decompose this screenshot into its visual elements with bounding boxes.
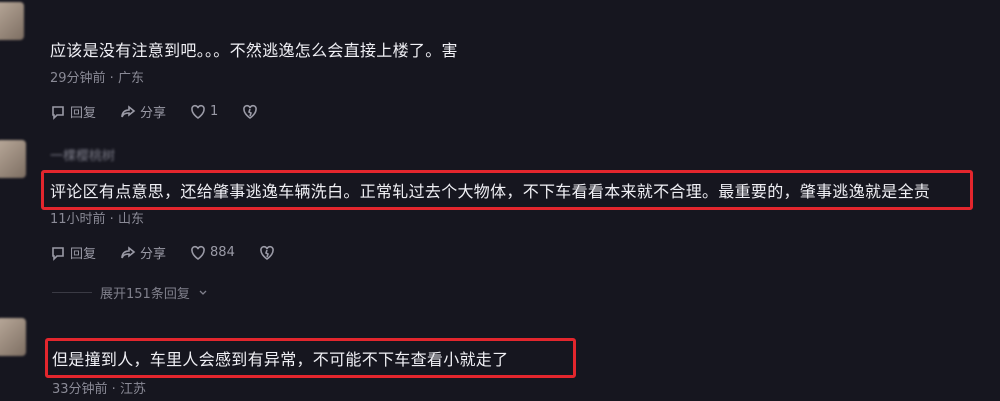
reply-button[interactable]: 回复 bbox=[50, 243, 96, 262]
dislike-button[interactable] bbox=[242, 104, 258, 120]
like-button[interactable]: 1 bbox=[190, 104, 218, 120]
reply-label: 回复 bbox=[70, 106, 97, 121]
reply-label: 回复 bbox=[70, 247, 97, 262]
broken-heart-icon bbox=[243, 104, 258, 119]
chevron-down-icon bbox=[199, 290, 207, 295]
reply-button[interactable]: 回复 bbox=[50, 102, 96, 121]
reply-icon bbox=[52, 246, 64, 261]
heart-icon bbox=[191, 245, 205, 260]
comment-location: 广东 bbox=[117, 71, 144, 86]
share-label: 分享 bbox=[140, 106, 167, 121]
avatar[interactable] bbox=[0, 2, 24, 40]
comment-text: 应该是没有注意到吧。。。不然逃逸怎么会直接上楼了。害 bbox=[50, 41, 458, 60]
like-count: 884 bbox=[210, 245, 235, 260]
comment-time: 33分钟前 bbox=[52, 382, 108, 397]
comment-location: 江苏 bbox=[119, 382, 146, 397]
share-button[interactable]: 分享 bbox=[120, 243, 166, 262]
comment-actions: 回复 分享 1 bbox=[50, 102, 258, 121]
heart-icon bbox=[191, 104, 205, 119]
avatar[interactable] bbox=[0, 318, 26, 356]
share-button[interactable]: 分享 bbox=[120, 102, 166, 121]
reply-icon bbox=[52, 105, 64, 120]
comment-time: 29分钟前 bbox=[50, 71, 106, 86]
like-count: 1 bbox=[210, 104, 219, 119]
expand-replies-label: 展开151条回复 bbox=[100, 287, 190, 302]
dislike-button[interactable] bbox=[259, 245, 275, 261]
comment-time: 11小时前 bbox=[50, 212, 106, 227]
comment-actions: 回复 分享 884 bbox=[50, 243, 275, 262]
comment-location: 山东 bbox=[117, 212, 144, 227]
comment-text: 评论区有点意思，还给肇事逃逸车辆洗白。正常轧过去个大物体，不下车看看本来就不合理… bbox=[50, 182, 931, 201]
expand-replies-button[interactable]: 展开151条回复 bbox=[52, 283, 208, 302]
username[interactable]: 一棵樱桃树 bbox=[50, 145, 115, 164]
avatar[interactable] bbox=[0, 140, 26, 178]
comment-text: 但是撞到人，车里人会感到有异常，不可能不下车查看小就走了 bbox=[52, 350, 509, 369]
comment-meta: 33分钟前 · 江苏 bbox=[52, 382, 146, 397]
share-icon bbox=[121, 245, 136, 258]
like-button[interactable]: 884 bbox=[190, 245, 235, 261]
share-label: 分享 bbox=[140, 247, 167, 262]
comment-meta: 29分钟前 · 广东 bbox=[50, 71, 144, 86]
share-icon bbox=[121, 104, 136, 117]
divider-line bbox=[52, 292, 92, 293]
comment-meta: 11小时前 · 山东 bbox=[50, 212, 144, 227]
broken-heart-icon bbox=[260, 245, 274, 260]
